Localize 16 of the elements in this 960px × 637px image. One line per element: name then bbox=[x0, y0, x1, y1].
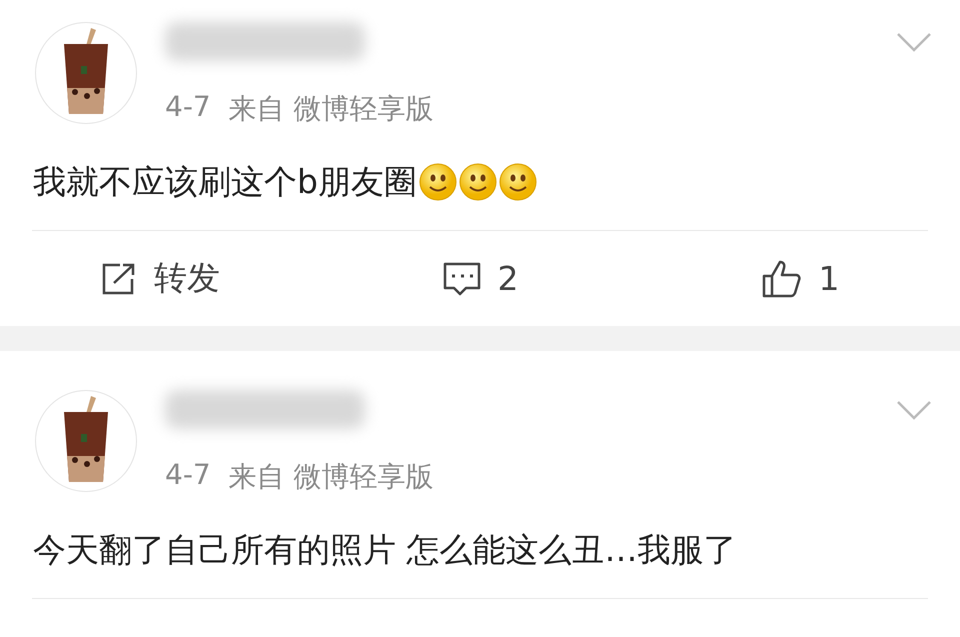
smiley-icon bbox=[418, 163, 457, 201]
comment-icon bbox=[442, 260, 482, 296]
post-time: 4-7 bbox=[165, 90, 211, 125]
post-source: 来自 微博轻享版 bbox=[228, 91, 434, 127]
comment-button[interactable]: 2 bbox=[320, 259, 640, 298]
post-text: 今天翻了自己所有的照片 怎么能这么丑…我服了 bbox=[33, 528, 736, 570]
avatar[interactable] bbox=[35, 22, 137, 124]
post-text: 我就不应该刷这个b朋友圈 bbox=[33, 160, 417, 202]
post-source: 来自 微博轻享版 bbox=[228, 459, 434, 495]
post-time: 4-7 bbox=[165, 458, 211, 493]
thumbs-up-icon bbox=[760, 258, 802, 298]
smiley-icon bbox=[498, 163, 537, 201]
like-button[interactable]: 1 bbox=[640, 258, 960, 298]
smiley-icon bbox=[458, 163, 497, 201]
avatar[interactable] bbox=[35, 390, 137, 492]
repost-button[interactable]: 转发 bbox=[0, 256, 320, 301]
